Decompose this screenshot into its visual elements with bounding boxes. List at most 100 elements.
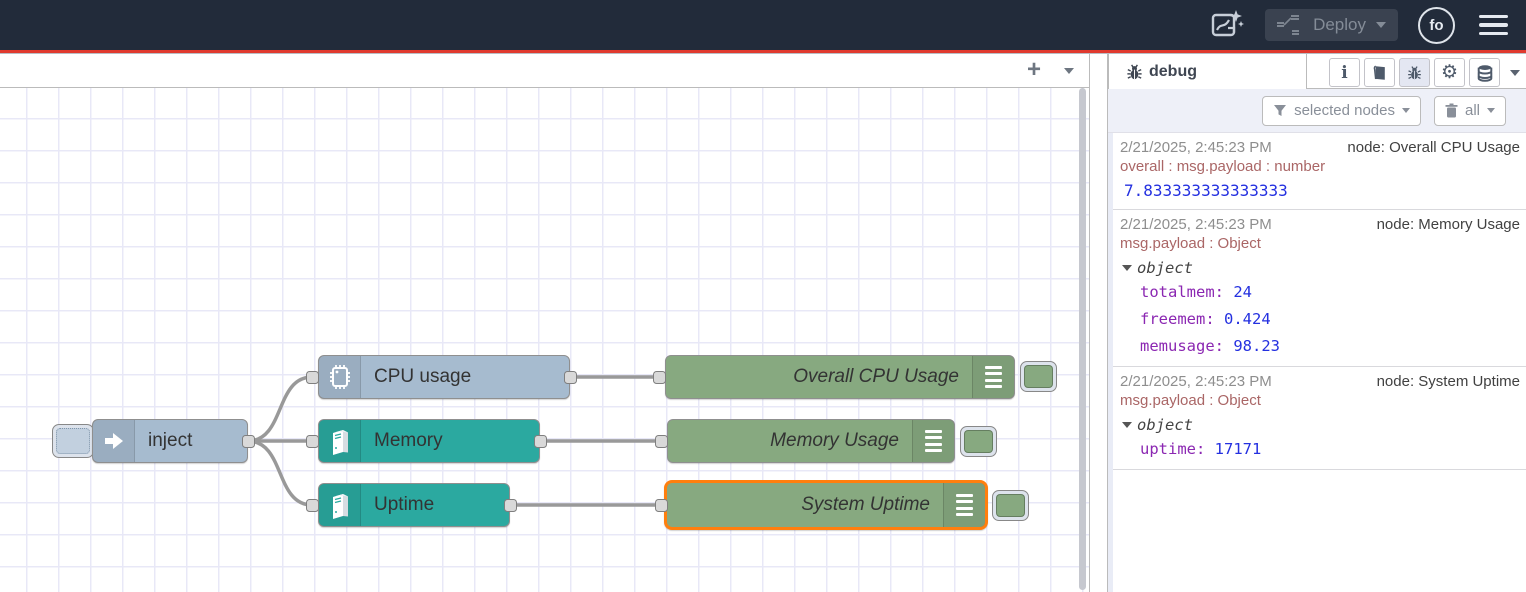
- debug-list-icon: [972, 356, 1014, 398]
- avatar-initials: fo: [1429, 17, 1443, 34]
- deploy-caret-icon[interactable]: [1376, 22, 1386, 28]
- caret-down-icon: [1064, 68, 1074, 74]
- chip-icon: [319, 356, 361, 398]
- object-key: totalmem:: [1140, 283, 1224, 301]
- port-output-uptime[interactable]: [504, 499, 517, 512]
- object-entry: freemem: 0.424: [1140, 305, 1520, 332]
- tab-debug[interactable]: debug: [1108, 54, 1307, 89]
- debug-node-memory-usage[interactable]: Memory Usage: [667, 419, 955, 463]
- object-key: freemem:: [1140, 310, 1215, 328]
- inject-trigger-button[interactable]: [52, 424, 94, 458]
- wire[interactable]: [248, 377, 312, 441]
- port-output-cpu[interactable]: [564, 371, 577, 384]
- debug-tab-label: debug: [1149, 63, 1197, 81]
- database-icon: [1476, 64, 1494, 82]
- tab-help-button[interactable]: [1364, 58, 1395, 87]
- info-icon: i: [1341, 63, 1347, 83]
- workspace: +: [0, 54, 1090, 592]
- sidebar-tabs-overflow-button[interactable]: [1510, 70, 1520, 76]
- debug-node-overall-cpu[interactable]: Overall CPU Usage: [665, 355, 1015, 399]
- node-label: CPU usage: [361, 366, 569, 388]
- flow-tabbar: +: [0, 54, 1089, 88]
- debug-list-icon: [912, 420, 954, 462]
- debug-toggle-state: [964, 430, 993, 453]
- port-input-cpu[interactable]: [306, 371, 319, 384]
- flow-list-button[interactable]: [1057, 60, 1081, 82]
- object-key: uptime:: [1140, 440, 1205, 458]
- deploy-label: Deploy: [1313, 15, 1366, 35]
- node-label: System Uptime: [667, 494, 943, 516]
- clear-label: all: [1465, 102, 1480, 119]
- debug-sidebar: debug i: [1107, 54, 1526, 592]
- flow-sparkle-icon[interactable]: [1207, 6, 1245, 44]
- object-entry: uptime: 17171: [1140, 435, 1520, 462]
- port-input-debug-cpu[interactable]: [653, 371, 666, 384]
- uptime-node[interactable]: Uptime: [318, 483, 510, 527]
- debug-message[interactable]: 2/21/2025, 2:45:23 PM node: Memory Usage…: [1113, 210, 1526, 367]
- sidebar-splitter[interactable]: [1091, 54, 1107, 592]
- object-entry: totalmem: 24: [1140, 278, 1520, 305]
- filter-button[interactable]: selected nodes: [1262, 96, 1421, 126]
- object-label: object: [1137, 259, 1193, 277]
- port-input-debug-memory[interactable]: [655, 435, 668, 448]
- debug-toolbar: selected nodes all: [1108, 89, 1526, 133]
- port-output-memory[interactable]: [534, 435, 547, 448]
- message-payload-value: 7.833333333333333: [1124, 181, 1520, 200]
- port-input-debug-uptime[interactable]: [655, 499, 668, 512]
- port-input-uptime[interactable]: [306, 499, 319, 512]
- gear-icon: ⚙: [1441, 63, 1458, 82]
- bug-icon: [1125, 62, 1144, 81]
- object-entry: memusage: 98.23: [1140, 332, 1520, 359]
- expand-caret-icon[interactable]: [1122, 422, 1132, 428]
- server-tower-icon: [319, 484, 361, 526]
- message-payload-path: msg.payload : Object: [1120, 392, 1520, 409]
- caret-down-icon: [1487, 108, 1495, 113]
- object-value: 0.424: [1224, 310, 1271, 328]
- expand-caret-icon[interactable]: [1122, 265, 1132, 271]
- flow-canvas[interactable]: inject CPU usage: [0, 88, 1089, 592]
- port-input-memory[interactable]: [306, 435, 319, 448]
- tab-debug-button[interactable]: [1399, 58, 1430, 87]
- add-flow-button[interactable]: +: [1019, 56, 1049, 84]
- object-key: memusage:: [1140, 337, 1224, 355]
- debug-toggle-button[interactable]: [960, 426, 997, 457]
- server-tower-icon: [319, 420, 361, 462]
- message-payload-path: overall : msg.payload : number: [1120, 158, 1520, 175]
- port-output-inject[interactable]: [242, 435, 255, 448]
- debug-message[interactable]: 2/21/2025, 2:45:23 PM node: Overall CPU …: [1113, 133, 1526, 210]
- message-payload-path: msg.payload : Object: [1120, 235, 1520, 252]
- message-timestamp: 2/21/2025, 2:45:23 PM: [1120, 373, 1272, 390]
- main-menu-icon[interactable]: [1475, 11, 1512, 40]
- deploy-button[interactable]: Deploy: [1265, 9, 1398, 41]
- message-timestamp: 2/21/2025, 2:45:23 PM: [1120, 139, 1272, 156]
- tab-context-button[interactable]: [1469, 58, 1500, 87]
- user-avatar[interactable]: fo: [1418, 7, 1455, 44]
- object-label: object: [1137, 416, 1193, 434]
- tab-info-button[interactable]: i: [1329, 58, 1360, 87]
- debug-list-icon: [943, 483, 985, 527]
- trash-icon: [1445, 103, 1458, 118]
- debug-toggle-state: [996, 494, 1025, 517]
- debug-message[interactable]: 2/21/2025, 2:45:23 PM node: System Uptim…: [1113, 367, 1526, 470]
- memory-node[interactable]: Memory: [318, 419, 540, 463]
- node-label: inject: [135, 430, 247, 452]
- debug-toggle-button[interactable]: [1020, 361, 1057, 392]
- canvas-scrollbar[interactable]: [1079, 88, 1087, 590]
- inject-trigger-inner: [56, 428, 90, 454]
- node-label: Memory: [361, 430, 539, 452]
- inject-node[interactable]: inject: [92, 419, 248, 463]
- tab-config-button[interactable]: ⚙: [1434, 58, 1465, 87]
- deploy-nodes-icon: [1277, 15, 1303, 35]
- message-timestamp: 2/21/2025, 2:45:23 PM: [1120, 216, 1272, 233]
- message-node-name: node: System Uptime: [1377, 373, 1520, 390]
- node-label: Uptime: [361, 494, 509, 516]
- caret-down-icon: [1402, 108, 1410, 113]
- clear-messages-button[interactable]: all: [1434, 96, 1506, 126]
- cpu-usage-node[interactable]: CPU usage: [318, 355, 570, 399]
- wire[interactable]: [248, 441, 312, 505]
- object-value: 17171: [1215, 440, 1262, 458]
- filter-label: selected nodes: [1294, 102, 1395, 119]
- debug-toggle-button[interactable]: [992, 490, 1029, 521]
- debug-message-list: 2/21/2025, 2:45:23 PM node: Overall CPU …: [1108, 133, 1526, 592]
- debug-node-system-uptime[interactable]: System Uptime: [664, 480, 988, 530]
